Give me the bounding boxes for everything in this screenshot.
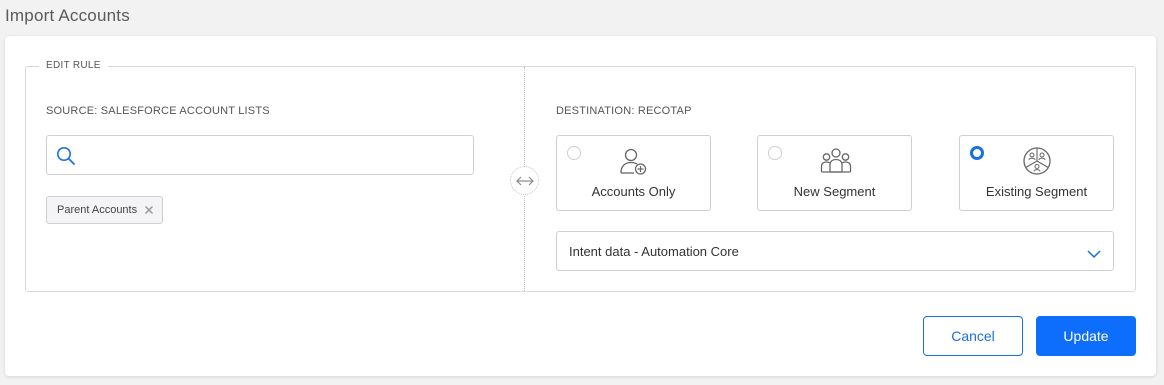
selected-chip: Parent Accounts bbox=[46, 196, 163, 224]
new-segment-radio[interactable] bbox=[768, 146, 782, 160]
group-icon bbox=[820, 146, 852, 181]
segment-select-value: Intent data - Automation Core bbox=[569, 244, 739, 259]
existing-segment-label: Existing Segment bbox=[985, 184, 1088, 199]
option-accounts-only[interactable]: Accounts Only bbox=[556, 135, 711, 211]
source-search-input[interactable] bbox=[83, 142, 463, 168]
chevron-down-icon bbox=[1087, 246, 1101, 264]
edit-rule-legend: EDIT RULE bbox=[39, 60, 108, 71]
remove-chip-icon[interactable] bbox=[142, 203, 156, 220]
cancel-button[interactable]: Cancel bbox=[923, 316, 1023, 356]
new-segment-label: New Segment bbox=[793, 184, 876, 199]
destination-label: DESTINATION: RECOTAP bbox=[556, 105, 692, 117]
segment-select[interactable]: Intent data - Automation Core bbox=[556, 231, 1114, 271]
accounts-only-label: Accounts Only bbox=[591, 184, 676, 199]
option-new-segment[interactable]: New Segment bbox=[757, 135, 912, 211]
page-title: Import Accounts bbox=[5, 6, 130, 25]
chip-label: Parent Accounts bbox=[57, 204, 138, 216]
edit-rule-fieldset: EDIT RULE SOURCE: SALESFORCE ACCOUNT LIS… bbox=[25, 60, 1136, 292]
source-search-box[interactable] bbox=[46, 135, 474, 175]
option-existing-segment[interactable]: Existing Segment bbox=[959, 135, 1114, 211]
import-card: EDIT RULE SOURCE: SALESFORCE ACCOUNT LIS… bbox=[5, 36, 1156, 376]
swap-arrows-icon bbox=[510, 166, 539, 195]
segment-icon bbox=[1022, 146, 1052, 181]
add-user-icon bbox=[619, 146, 649, 181]
search-icon bbox=[56, 146, 76, 171]
existing-segment-radio[interactable] bbox=[970, 146, 984, 160]
source-label: SOURCE: SALESFORCE ACCOUNT LISTS bbox=[46, 105, 270, 117]
update-button[interactable]: Update bbox=[1036, 316, 1136, 356]
accounts-only-radio[interactable] bbox=[567, 146, 581, 160]
